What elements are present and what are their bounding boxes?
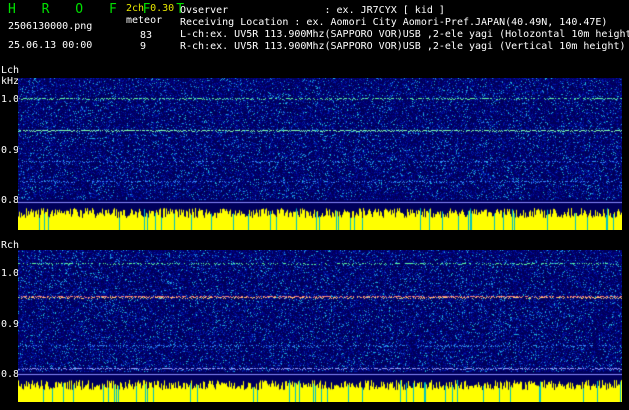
lch-spectrogram <box>18 78 622 234</box>
rch-ytick-0.8: 0.8 <box>1 369 20 380</box>
location-line: Receiving Location : ex. Aomori City Aom… <box>180 17 608 28</box>
app-version: 2ch 0.30 <box>126 3 175 14</box>
lch-ytick-1.0: 1.0 <box>1 94 20 105</box>
rch-meteor-count: 9 <box>140 41 147 52</box>
file-name: 2506130000.png <box>8 21 93 32</box>
lch-info-line: L-ch:ex. UV5R 113.900Mhz(SAPPORO VOR)USB… <box>180 29 629 40</box>
rch-spectrogram-canvas <box>18 250 622 402</box>
rch-ytick-1.0: 1.0 <box>1 268 20 279</box>
rch-label: Rch <box>1 240 20 251</box>
rch-info-line: R-ch:ex. UV5R 113.900Mhz(SAPPORO VOR)USB… <box>180 41 626 52</box>
date-time: 25.06.13 00:00 <box>8 40 93 51</box>
rch-ytick-0.9: 0.9 <box>1 319 20 330</box>
lch-spectrogram-canvas <box>18 78 622 230</box>
lch-ytick-0.8: 0.8 <box>1 195 20 206</box>
lch-meteor-count: 83 <box>140 30 153 41</box>
meteor-label: meteor <box>126 15 163 26</box>
lch-ytick-0.9: 0.9 <box>1 145 20 156</box>
observer-line: Ovserver : ex. JR7CYX [ kid ] <box>180 5 445 16</box>
lch-label: Lch <box>1 65 20 76</box>
khz-label: kHz <box>1 76 20 87</box>
rch-spectrogram <box>18 250 622 406</box>
